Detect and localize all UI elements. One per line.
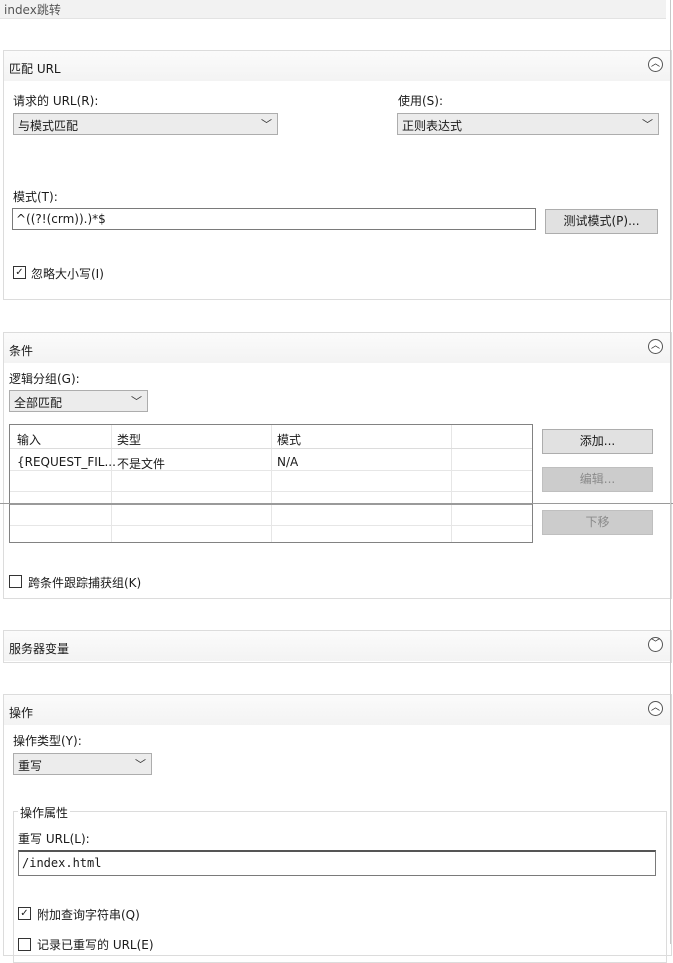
add-condition-button[interactable]: 添加... [542,429,653,454]
action-properties-legend: 操作属性 [18,804,71,821]
pattern-input[interactable]: ^((?!(crm)).)*$ [12,208,536,230]
log-rewritten-checkbox[interactable] [18,938,31,951]
rewrite-url-input[interactable]: /index.html [18,850,656,876]
conditions-header[interactable]: 条件 ︿ [4,333,671,363]
append-query-label: 附加查询字符串(Q) [37,908,140,922]
match-url-header[interactable]: 匹配 URL ︿ [4,51,671,81]
log-rewritten-label: 记录已重写的 URL(E) [37,938,154,952]
action-type-label: 操作类型(Y): [13,734,82,748]
action-type-value: 重写 [18,759,43,773]
conditions-table[interactable]: 输入 类型 模式 {REQUEST_FIL... 不是文件 N/A [9,424,533,543]
pattern-label: 模式(T): [13,190,58,204]
chevron-down-icon: ﹀ [131,395,142,408]
requested-url-value: 与模式匹配 [18,119,79,133]
chevron-down-icon: ﹀ [642,118,653,131]
server-variables-header[interactable]: 服务器变量 ﹀ [4,631,671,661]
track-groups-checkbox[interactable] [9,575,22,588]
action-type-dropdown[interactable]: 重写 ﹀ [13,753,152,775]
column-header-pattern[interactable]: 模式 [277,431,301,448]
move-down-button[interactable]: 下移 [542,510,653,535]
match-url-section: 匹配 URL ︿ [3,50,672,300]
action-header[interactable]: 操作 ︿ [4,695,671,725]
append-query-checkbox[interactable]: ✓ [18,907,31,920]
server-variables-section: 服务器变量 ﹀ [3,630,672,663]
conditions-title: 条件 [9,344,34,358]
ignore-case-label: 忽略大小写(I) [31,267,104,281]
action-title: 操作 [9,706,34,720]
row-type: 不是文件 [117,457,166,471]
using-dropdown[interactable]: 正则表达式 ﹀ [397,113,659,135]
ignore-case-checkbox[interactable]: ✓ [13,266,26,279]
chevron-down-icon: ﹀ [261,118,272,131]
collapse-up-icon[interactable]: ︿ [648,57,663,72]
collapse-up-icon[interactable]: ︿ [648,701,663,716]
using-value: 正则表达式 [402,119,463,133]
match-url-title: 匹配 URL [9,62,61,76]
logical-grouping-value: 全部匹配 [14,396,63,410]
collapse-up-icon[interactable]: ︿ [648,339,663,354]
logical-grouping-dropdown[interactable]: 全部匹配 ﹀ [9,390,148,412]
using-label: 使用(S): [398,94,444,108]
test-pattern-button[interactable]: 测试模式(P)... [545,209,658,234]
column-header-input[interactable]: 输入 [17,431,41,448]
logical-grouping-label: 逻辑分组(G): [9,372,80,386]
rewrite-url-value: /index.html [22,856,102,870]
chevron-down-icon: ﹀ [135,758,146,771]
rule-name-field[interactable]: index跳转 [0,0,666,19]
rule-name-value: index跳转 [4,3,61,17]
pattern-value: ^((?!(crm)).)*$ [16,212,106,226]
server-variables-title: 服务器变量 [9,642,70,656]
requested-url-dropdown[interactable]: 与模式匹配 ﹀ [13,113,278,135]
rewrite-url-label: 重写 URL(L): [18,832,90,846]
edit-condition-button[interactable]: 编辑... [542,467,653,492]
track-groups-label: 跨条件跟踪捕获组(K) [28,576,142,590]
row-pattern: N/A [277,455,299,469]
row-input: {REQUEST_FIL... [17,455,116,469]
expand-down-icon[interactable]: ﹀ [648,637,663,652]
column-header-type[interactable]: 类型 [117,431,141,448]
requested-url-label: 请求的 URL(R): [13,94,99,108]
